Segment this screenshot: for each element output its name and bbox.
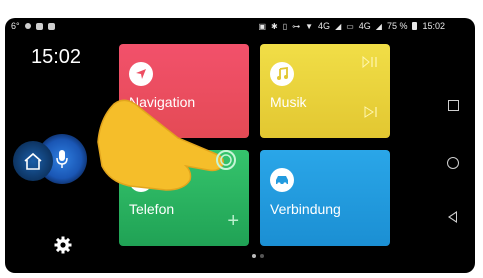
notification-dot-icon [24,23,31,29]
musik-tile[interactable]: Musik [260,44,390,138]
navigation-label: Navigation [129,94,196,110]
recent-apps-icon[interactable] [448,100,459,111]
android-notification-icon [47,22,55,30]
key-icon: ⊶ [292,21,301,31]
page-indicator [252,254,264,258]
network-type-text-2: 4G [358,21,371,31]
status-bar-left: 6° [11,21,55,31]
temperature-text: 6° [11,21,20,31]
gear-icon[interactable] [54,236,72,254]
status-bar-right: ▣ ✱ ▯ ⊶ ▼ 4G ◢ ▭ 4G ◢ 75 % 15:02 [258,21,445,31]
microphone-icon [56,150,68,168]
telefon-tile[interactable]: Telefon + [119,150,249,246]
verbindung-label: Verbindung [270,201,341,217]
musik-label: Musik [270,94,307,110]
cast-icon: ▣ [258,21,267,31]
car-icon [270,168,294,192]
telefon-label: Telefon [129,201,175,217]
signal-icon: ◢ [335,21,342,31]
signal-icon-2: ◢ [375,21,382,31]
status-bar: 6° ▣ ✱ ▯ ⊶ ▼ 4G ◢ ▭ 4G ◢ 75 % 15:02 [5,18,475,34]
vibrate-icon: ▯ [282,21,288,31]
android-nav-bar [431,34,475,273]
home-circle-icon[interactable] [447,157,459,169]
music-note-icon [270,62,294,86]
clock: 15:02 [31,46,82,68]
page-dot [252,254,256,258]
volte-icon: ▭ [346,21,354,31]
verbindung-tile[interactable]: Verbindung [260,150,390,246]
battery-percent: 75 % [386,21,408,31]
home-button[interactable] [13,141,53,181]
page-dot [260,254,264,258]
wifi-icon: ▼ [305,21,314,31]
bluetooth-icon: ✱ [271,21,278,31]
network-type-text: 4G [318,21,331,31]
back-icon[interactable] [448,211,457,223]
navigation-arrow-icon [129,62,153,86]
status-time: 15:02 [422,21,445,31]
battery-icon [412,22,418,30]
play-pause-icon[interactable] [362,56,378,68]
app-notification-icon [35,22,43,30]
add-shortcut-icon[interactable]: + [227,210,239,233]
device-screen: 6° ▣ ✱ ▯ ⊶ ▼ 4G ◢ ▭ 4G ◢ 75 % 15:02 15:0… [5,18,475,273]
left-rail: 15:02 [5,34,113,273]
home-icon [24,152,42,170]
skip-next-icon[interactable] [364,106,378,118]
navigation-tile[interactable]: Navigation [119,44,249,138]
phone-icon [129,168,153,192]
